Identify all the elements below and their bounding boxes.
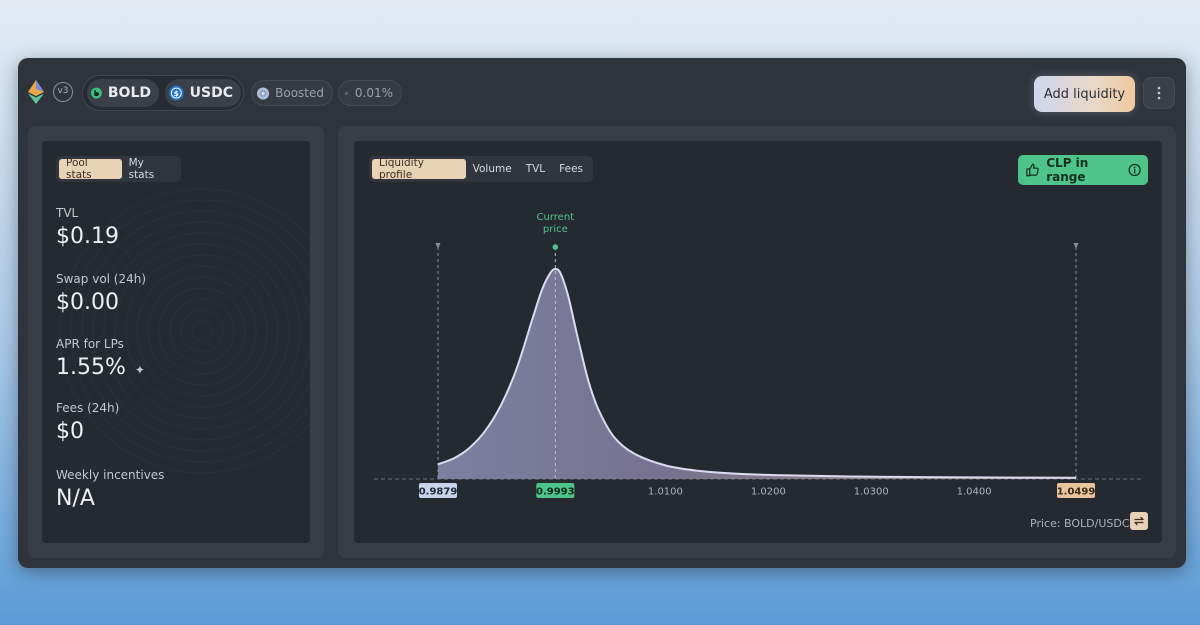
fee-tier-chip[interactable]: 0.01% [338,80,402,106]
range-max-marker[interactable] [1073,243,1079,249]
current-price-annotation: Current [537,212,575,223]
x-axis-ticks: 0.9879 0.9993 1.0100 1.0200 1.0300 1.0400 1.04… [419,483,1096,498]
stat-value: $0.19 [56,224,119,249]
token-pair: BOLD $ USDC [82,75,244,111]
stat-label: TVL [56,206,79,220]
stat-apr: APR for LPs 1.55% ✦ [56,337,145,380]
pool-window: v3 BOLD $ USDC Boosted 0.01% Add liquidi… [18,58,1186,568]
stat-fees: Fees (24h) $0 [56,401,119,444]
bold-token-icon [91,87,102,99]
token-pill-bold[interactable]: BOLD [87,79,159,107]
sparkle-icon[interactable]: ✦ [135,363,145,377]
stat-value: $0.00 [56,290,119,315]
invert-price-button[interactable] [1130,512,1148,530]
pool-header: v3 BOLD $ USDC Boosted 0.01% Add liquidi… [18,58,1186,124]
liquidity-area [438,269,1076,479]
x-tick-label: 1.0300 [854,487,889,498]
stat-label: APR for LPs [56,337,124,351]
token-symbol: BOLD [107,85,151,101]
boosted-icon [257,86,270,100]
tab-my-stats[interactable]: My stats [122,157,178,181]
price-unit-label: Price: BOLD/USDC [1030,517,1130,530]
stat-label: Fees (24h) [56,401,120,415]
chart-panel: Liquidity profile Volume TVL Fees CLP in… [338,126,1176,558]
stat-tvl: TVL $0.19 [56,206,119,249]
ethereum-icon [28,80,44,104]
x-tick-label: 0.9879 [419,487,458,498]
stat-value: $0 [56,419,84,444]
stats-card: Pool stats My stats TVL $0.19 Swap vol (… [42,141,310,543]
liquidity-profile-chart: Current price 0.9879 0.9993 1.0100 1.0200 1.… [374,212,1142,498]
stat-label: Weekly incentives [56,468,165,482]
boosted-chip[interactable]: Boosted [251,80,333,106]
stat-value: 1.55% [56,355,126,380]
x-tick-label: 1.0200 [751,487,786,498]
x-tick-label: 0.9993 [536,487,575,498]
swap-arrows-icon [1134,516,1144,526]
stat-label: Swap vol (24h) [56,272,147,286]
current-price-annotation: price [543,224,568,235]
stats-panel: Pool stats My stats TVL $0.19 Swap vol (… [28,126,324,558]
stats-tabs: Pool stats My stats [56,156,181,182]
more-vertical-icon [1157,86,1161,100]
usdc-token-icon: $ [169,85,184,101]
stat-value: N/A [56,486,95,511]
current-price-dot [552,244,559,250]
stat-value-row: 1.55% ✦ [56,355,145,380]
swap-arrows-icon [344,91,349,95]
x-tick-label: 1.0100 [648,487,683,498]
x-tick-label: 1.0499 [1057,487,1096,498]
chart-card: Liquidity profile Volume TVL Fees CLP in… [354,141,1162,543]
range-min-marker[interactable] [435,243,441,249]
token-symbol: USDC [189,85,233,101]
svg-text:$: $ [174,89,179,98]
version-badge: v3 [53,82,73,102]
tab-pool-stats[interactable]: Pool stats [59,157,122,181]
add-liquidity-button[interactable]: Add liquidity [1034,76,1135,112]
token-pill-usdc[interactable]: $ USDC [165,79,241,107]
more-options-button[interactable] [1143,77,1175,109]
stat-swap-volume: Swap vol (24h) $0.00 [56,272,146,315]
boosted-label: Boosted [275,86,324,100]
stat-weekly-incentives: Weekly incentives N/A [56,468,164,511]
x-tick-label: 1.0400 [957,487,992,498]
fee-tier-label: 0.01% [354,86,393,100]
